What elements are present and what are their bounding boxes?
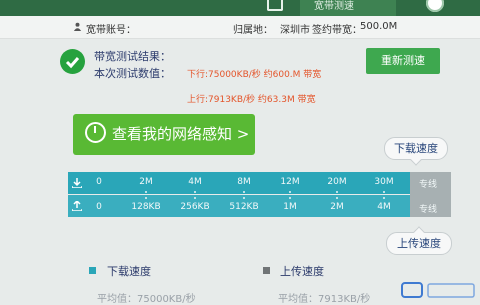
upload-average: 平均值：7913KB/秒 [278,294,371,305]
download-result: 下行:75000KB/秒 约600.M 带宽 [187,70,322,80]
download-tick-label: 2M [139,177,153,187]
clock-icon [85,122,106,143]
upload-tick-label: 1M [283,202,297,212]
download-speed-pill: 下载速度 [384,137,448,160]
download-tick-label: 专线 [418,180,438,190]
success-check-icon [60,49,85,74]
watermark-logo [401,282,475,298]
download-legend-label: 下载速度 [107,265,151,278]
upload-tick-dot [383,197,385,199]
result-subtitle: 本次测试数值： [94,67,171,80]
upload-tick-dot [336,197,338,199]
retest-button[interactable]: 重新测速 [366,48,440,74]
download-tick-dot [289,191,291,193]
upload-tick-label: 4M [377,202,391,212]
download-tick-dot [194,191,196,193]
monitor-icon [267,0,283,11]
nav-circle-icon[interactable] [426,0,444,12]
download-tick-dot [336,191,338,193]
account-label: 宽带账号： [86,25,136,36]
download-tick-label: 4M [188,177,202,187]
upload-tick-dot [194,197,196,199]
view-network-button[interactable]: 查看我的网络感知 > [73,114,255,155]
download-tick-label: 30M [374,177,394,187]
contract-label: 签约带宽： [312,25,362,36]
upload-tick-dot [145,197,147,199]
upload-legend-label: 上传速度 [280,265,324,278]
result-title: 带宽测试结果： [94,50,171,63]
location-label: 归属地： [233,25,273,36]
account-info-bar: 宽带账号： 归属地： 深圳市 签约带宽： 500.0M [0,16,480,39]
download-average: 平均值：75000KB/秒 [97,294,196,305]
download-tick-label: 8M [237,177,251,187]
user-icon [73,22,82,31]
upload-tick-label: 专线 [418,205,438,215]
upload-tick-label: 512KB [229,202,259,212]
download-tick-label: 20M [327,177,347,187]
upload-tick-label: 256KB [180,202,210,212]
upload-tick-dot [243,197,245,199]
download-arrow-icon [72,178,82,188]
upload-tick-label: 0 [96,202,102,212]
download-tick-dot [383,191,385,193]
upload-speed-pill: 上传速度 [386,232,452,255]
upload-tick-label: 128KB [131,202,161,212]
upload-tick-dot [289,197,291,199]
location-value: 深圳市 [280,25,310,36]
download-legend-swatch [89,267,96,274]
upload-arrow-icon [72,201,82,211]
view-network-label: 查看我的网络感知 > [112,125,250,143]
speed-scale: 0 2M 4M 8M 12M 20M 30M 专线 0 128KB 256KB 512KB 1M 2M 4… [68,172,451,217]
top-nav: 宽带测速 [0,0,480,16]
tab-speed-test[interactable]: 宽带测速 [300,0,396,16]
download-tick-dot [243,191,245,193]
download-tick-dot [145,191,147,193]
download-tick-label: 12M [280,177,300,187]
download-tick-label: 0 [96,177,102,187]
upload-legend-swatch [263,267,270,274]
upload-result: 上行:7913KB/秒 约63.3M 带宽 [187,95,316,105]
upload-tick-label: 2M [330,202,344,212]
contract-value: 500.0M [360,21,398,32]
tab-speed-test-label: 宽带测速 [314,1,354,12]
upload-scale-row [68,195,451,217]
